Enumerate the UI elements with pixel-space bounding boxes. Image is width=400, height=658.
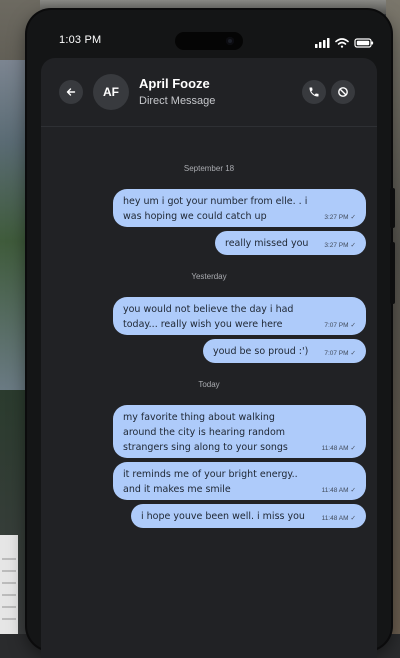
message-text-line: around the city is hearing random <box>123 425 356 440</box>
date-separator: Yesterday <box>41 272 377 281</box>
message-meta: 11:48 AM✓ <box>322 487 356 495</box>
check-icon: ✓ <box>351 445 356 453</box>
message-bubble[interactable]: it reminds me of your bright energy.. an… <box>113 462 366 500</box>
check-icon: ✓ <box>351 515 356 523</box>
dynamic-island <box>175 32 243 50</box>
check-icon: ✓ <box>351 242 356 250</box>
message-meta: 3:27 PM✓ <box>324 214 356 222</box>
check-icon: ✓ <box>351 487 356 495</box>
arrow-left-icon <box>65 86 77 98</box>
call-button[interactable] <box>302 80 326 104</box>
check-icon: ✓ <box>351 322 356 330</box>
signal-icon <box>315 38 330 48</box>
date-separator: September 18 <box>41 164 377 173</box>
block-icon <box>337 86 349 98</box>
message-text-line: it reminds me of your bright energy.. <box>123 467 356 482</box>
message-bubble[interactable]: hey um i got your number from elle. . i … <box>113 189 366 227</box>
messages-screen: AF April Fooze Direct Message September … <box>41 58 377 658</box>
message-time: 7:07 PM <box>324 322 348 329</box>
message-bubble[interactable]: really missed you 3:27 PM✓ <box>215 231 366 255</box>
wifi-icon <box>336 39 348 48</box>
message-time: 11:48 AM <box>322 445 349 452</box>
status-icons-svg <box>305 36 375 50</box>
phone-side-button <box>390 188 395 228</box>
status-time: 1:03 PM <box>59 34 101 46</box>
date-separator: Today <box>41 380 377 389</box>
message-text-line: you would not believe the day i had <box>123 302 356 317</box>
phone-device: 1:03 PM <box>27 10 391 650</box>
message-bubble[interactable]: i hope youve been well. i miss you 11:48… <box>131 504 366 528</box>
phone-volume-button <box>390 242 395 304</box>
status-icons <box>305 35 375 49</box>
message-text-line: was hoping we could catch up <box>123 209 356 224</box>
message-time: 3:27 PM <box>324 214 348 221</box>
message-meta: 3:27 PM✓ <box>324 242 356 250</box>
camera-icon <box>226 37 234 45</box>
conversation-subtitle: Direct Message <box>139 95 215 107</box>
message-time: 11:48 AM <box>322 515 349 522</box>
message-meta: 11:48 AM✓ <box>322 515 356 523</box>
back-button[interactable] <box>59 80 83 104</box>
message-meta: 7:07 PM✓ <box>324 350 356 358</box>
message-meta: 7:07 PM✓ <box>324 322 356 330</box>
message-text-line: today... really wish you were here <box>123 317 356 332</box>
message-bubble[interactable]: you would not believe the day i had toda… <box>113 297 366 335</box>
message-time: 11:48 AM <box>322 487 349 494</box>
message-bubble[interactable]: youd be so proud :') 7:07 PM✓ <box>203 339 366 363</box>
backdrop-panel-lines <box>2 548 16 628</box>
message-meta: 11:48 AM✓ <box>322 445 356 453</box>
status-bar: 1:03 PM <box>45 32 375 52</box>
message-text-line: hey um i got your number from elle. . i <box>123 194 356 209</box>
check-icon: ✓ <box>351 214 356 222</box>
phone-icon <box>308 86 320 98</box>
message-bubble[interactable]: my favorite thing about walking around t… <box>113 405 366 458</box>
message-time: 3:27 PM <box>324 242 348 249</box>
check-icon: ✓ <box>351 350 356 358</box>
contact-name: April Fooze <box>139 76 210 91</box>
block-button[interactable] <box>331 80 355 104</box>
message-time: 7:07 PM <box>324 350 348 357</box>
contact-avatar[interactable]: AF <box>93 74 129 110</box>
message-text-line: my favorite thing about walking <box>123 410 356 425</box>
conversation-header: AF April Fooze Direct Message <box>41 58 377 127</box>
battery-icon <box>355 39 373 47</box>
